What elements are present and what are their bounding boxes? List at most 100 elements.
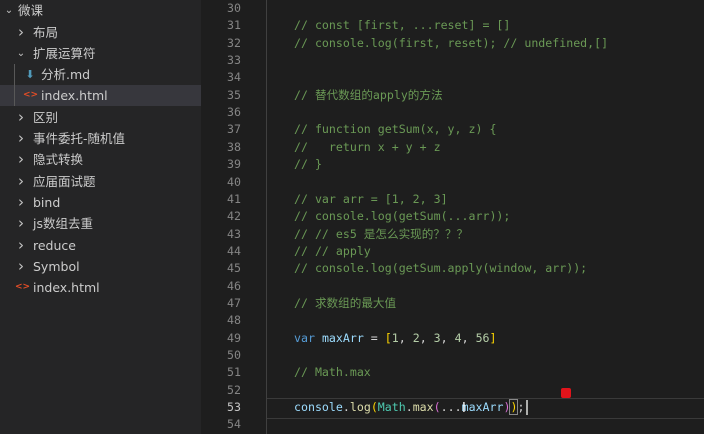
code-line[interactable]: 43 // // es5 是怎么实现的？？？ [201,225,704,243]
line-code: // } [294,155,322,173]
line-number: 36 [227,105,241,120]
record-indicator-icon [561,388,571,399]
line-code: console.log(Math.max(...maxArr)); [294,398,524,416]
code-token: , [440,330,455,345]
tree-folder[interactable]: ⌄ 扩展运算符 [0,43,201,64]
code-line[interactable]: 54 [201,415,704,433]
chevron-right-icon: › [18,256,24,275]
indent-guide [14,64,15,106]
code-line[interactable]: 53 console.log(Math.max(...maxArr)); [201,398,704,416]
code-line[interactable]: 40 [201,173,704,191]
line-number: 46 [227,278,241,293]
tree-folder[interactable]: › 布局 [0,22,201,43]
code-token: // 求数组的最大值 [294,295,397,310]
code-line[interactable]: 42 // console.log(getSum(...arr)); [201,207,704,225]
code-line[interactable]: 51 // Math.max [201,363,704,381]
tree-item-label: 分析.md [41,67,91,83]
code-line[interactable]: 33 [201,51,704,69]
tree-folder[interactable]: › 隐式转换 [0,149,201,170]
line-number: 33 [227,53,241,68]
code-line[interactable]: 50 [201,346,704,364]
code-line[interactable]: 45 // console.log(getSum.apply(window, ar… [201,259,704,277]
line-code: // console.log(first, reset); // undefin… [294,34,608,52]
line-number: 34 [227,70,241,85]
tree-folder[interactable]: › 区别 [0,107,201,128]
chevron-right-icon: › [18,22,24,41]
code-line[interactable]: 44 // // apply [201,242,704,260]
code-token: maxArr [461,400,504,415]
code-line[interactable]: 49 var maxArr = [1, 2, 3, 4, 56] [201,329,704,347]
tree-item-label: 扩展运算符 [33,45,96,61]
line-code: // // apply [294,242,371,260]
code-line[interactable]: 46 [201,277,704,295]
code-line[interactable]: 31 // const [first, ...reset] = [] [201,16,704,34]
code-line[interactable]: 35 // 替代数组的apply的方法 [201,86,704,104]
line-number: 54 [227,417,241,432]
code-token: [ [384,330,392,345]
code-token: // console.log(getSum.apply(window, arr)… [294,261,588,276]
tree-item-label: 布局 [33,24,59,40]
code-token: . [342,400,350,415]
explorer-root-folder[interactable]: ⌄ 微课 [0,0,201,21]
code-line[interactable]: 52 [201,381,704,399]
tree-file[interactable]: <> index.html [0,277,201,298]
code-token: 2 [412,330,420,345]
tree-folder[interactable]: › reduce [0,235,201,256]
code-token: 56 [475,330,490,345]
line-code: // function getSum(x, y, z) { [294,120,496,138]
explorer-sidebar: ⌄ 微课 › 布局 ⌄ 扩展运算符 ⬇ 分析.md <> index.html › 区别 › 事件委托… [0,0,201,434]
tree-folder[interactable]: › bind [0,192,201,213]
code-token: // 替代数组的apply的方法 [294,87,443,102]
line-number: 37 [227,122,241,137]
tree-folder[interactable]: › 应届面试题 [0,171,201,192]
line-number: 48 [227,313,241,328]
tree-folder[interactable]: › js数组去重 [0,213,201,234]
line-code: // console.log(getSum(...arr)); [294,207,510,225]
code-line[interactable]: 30 [201,0,704,17]
html-icon: <> [23,90,39,101]
code-token: maxArr [321,330,364,345]
code-line[interactable]: 47 // 求数组的最大值 [201,294,704,312]
tree-item-label: reduce [33,237,76,253]
code-token: // // apply [294,243,371,258]
chevron-right-icon: › [18,192,24,211]
code-token: console [294,400,343,415]
tree-folder[interactable]: › 事件委托-随机值 [0,128,201,149]
code-line[interactable]: 48 [201,311,704,329]
line-number: 49 [227,330,241,345]
code-token: . [405,400,413,415]
code-token: log [349,400,371,415]
code-editor[interactable]: 30 31// const [first, ...reset] = [] 32// … [201,0,704,434]
line-code: // // es5 是怎么实现的？？？ [294,225,468,243]
code-line[interactable]: 38 // return x + y + z [201,138,704,156]
tree-item-label: js数组去重 [33,216,93,232]
code-line[interactable]: 37 // function getSum(x, y, z) { [201,120,704,138]
code-token: ; [517,400,525,415]
tree-item-label: index.html [33,280,100,296]
chevron-right-icon: › [18,150,24,169]
line-code: // Math.max [294,363,371,381]
line-number: 31 [227,18,241,33]
tree-folder[interactable]: › Symbol [0,256,201,277]
code-token: ( [370,400,378,415]
line-number: 47 [227,295,241,310]
line-number: 42 [227,209,241,224]
chevron-right-icon: › [18,214,24,233]
line-code: // return x + y + z [294,138,441,156]
line-number: 40 [227,174,241,189]
line-number: 41 [227,191,241,206]
code-line[interactable]: 36 [201,103,704,121]
chevron-down-icon: ⌄ [4,5,14,16]
code-line[interactable]: 41 // var arr = [1, 2, 3] [201,190,704,208]
code-line[interactable]: 39 // } [201,155,704,173]
line-number: 39 [227,157,241,172]
tree-file[interactable]: ⬇ 分析.md [0,64,201,85]
tree-file[interactable]: <> index.html [0,85,201,107]
chevron-right-icon: › [18,107,24,126]
code-line[interactable]: 32 // console.log(first, reset); // undef… [201,34,704,52]
code-line[interactable]: 34 [201,68,704,86]
line-number: 50 [227,348,241,362]
html-icon: <> [15,282,31,293]
line-number: 45 [227,261,241,276]
